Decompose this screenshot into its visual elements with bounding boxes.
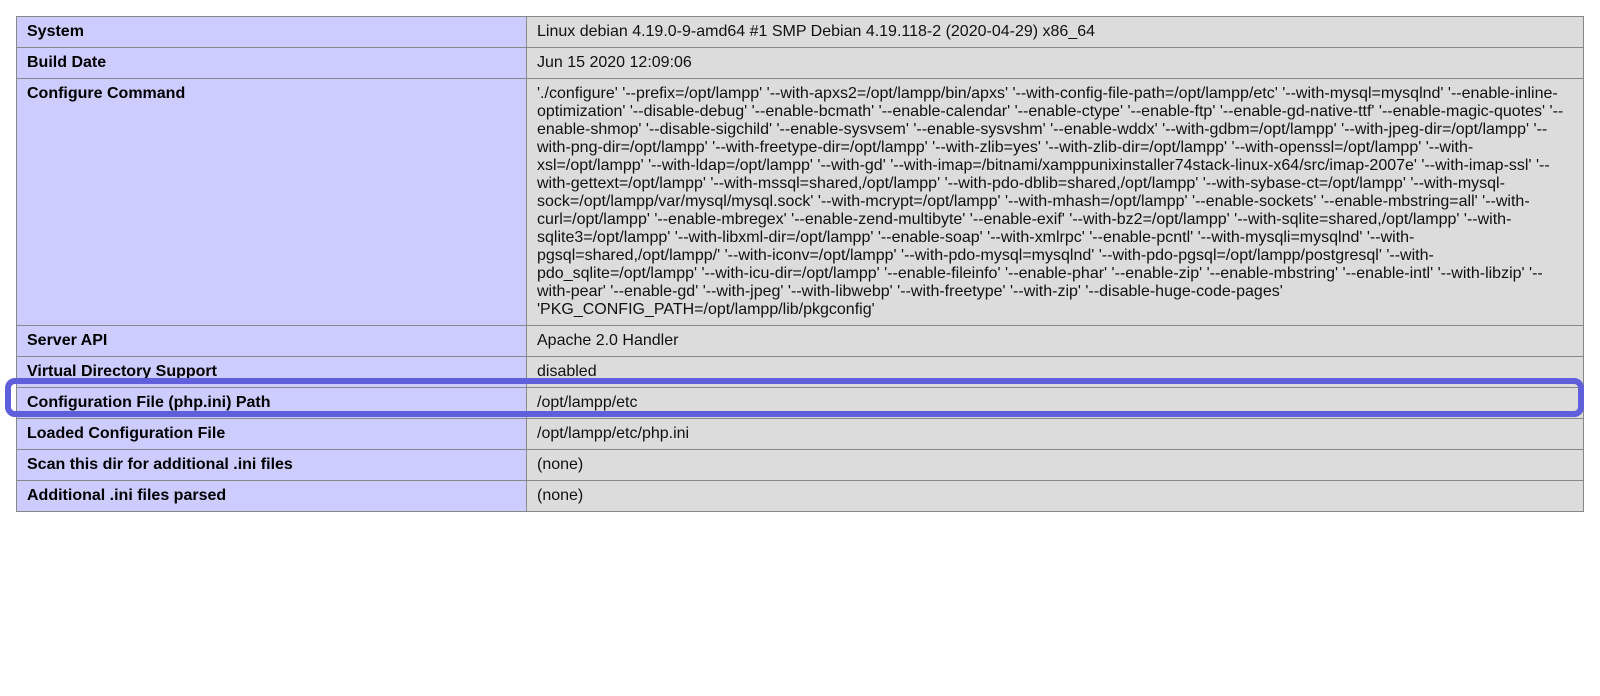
- phpinfo-table: System Linux debian 4.19.0-9-amd64 #1 SM…: [16, 16, 1584, 512]
- row-value: /opt/lampp/etc/php.ini: [527, 419, 1584, 450]
- table-row: Configuration File (php.ini) Path /opt/l…: [17, 388, 1584, 419]
- row-value: disabled: [527, 357, 1584, 388]
- row-label: Build Date: [17, 48, 527, 79]
- table-row: Loaded Configuration File /opt/lampp/etc…: [17, 419, 1584, 450]
- row-value: (none): [527, 450, 1584, 481]
- row-label: Additional .ini files parsed: [17, 481, 527, 512]
- table-row: Server API Apache 2.0 Handler: [17, 326, 1584, 357]
- row-label: System: [17, 17, 527, 48]
- table-row: Virtual Directory Support disabled: [17, 357, 1584, 388]
- row-value: Apache 2.0 Handler: [527, 326, 1584, 357]
- table-row: Scan this dir for additional .ini files …: [17, 450, 1584, 481]
- row-value: (none): [527, 481, 1584, 512]
- row-label: Scan this dir for additional .ini files: [17, 450, 527, 481]
- phpinfo-wrap: System Linux debian 4.19.0-9-amd64 #1 SM…: [16, 16, 1584, 512]
- table-row: Build Date Jun 15 2020 12:09:06: [17, 48, 1584, 79]
- row-value: './configure' '--prefix=/opt/lampp' '--w…: [527, 79, 1584, 326]
- row-label: Loaded Configuration File: [17, 419, 527, 450]
- table-row: System Linux debian 4.19.0-9-amd64 #1 SM…: [17, 17, 1584, 48]
- row-label: Configuration File (php.ini) Path: [17, 388, 527, 419]
- row-label: Virtual Directory Support: [17, 357, 527, 388]
- row-label: Configure Command: [17, 79, 527, 326]
- row-value: /opt/lampp/etc: [527, 388, 1584, 419]
- row-value: Linux debian 4.19.0-9-amd64 #1 SMP Debia…: [527, 17, 1584, 48]
- table-row: Configure Command './configure' '--prefi…: [17, 79, 1584, 326]
- row-label: Server API: [17, 326, 527, 357]
- table-row: Additional .ini files parsed (none): [17, 481, 1584, 512]
- row-value: Jun 15 2020 12:09:06: [527, 48, 1584, 79]
